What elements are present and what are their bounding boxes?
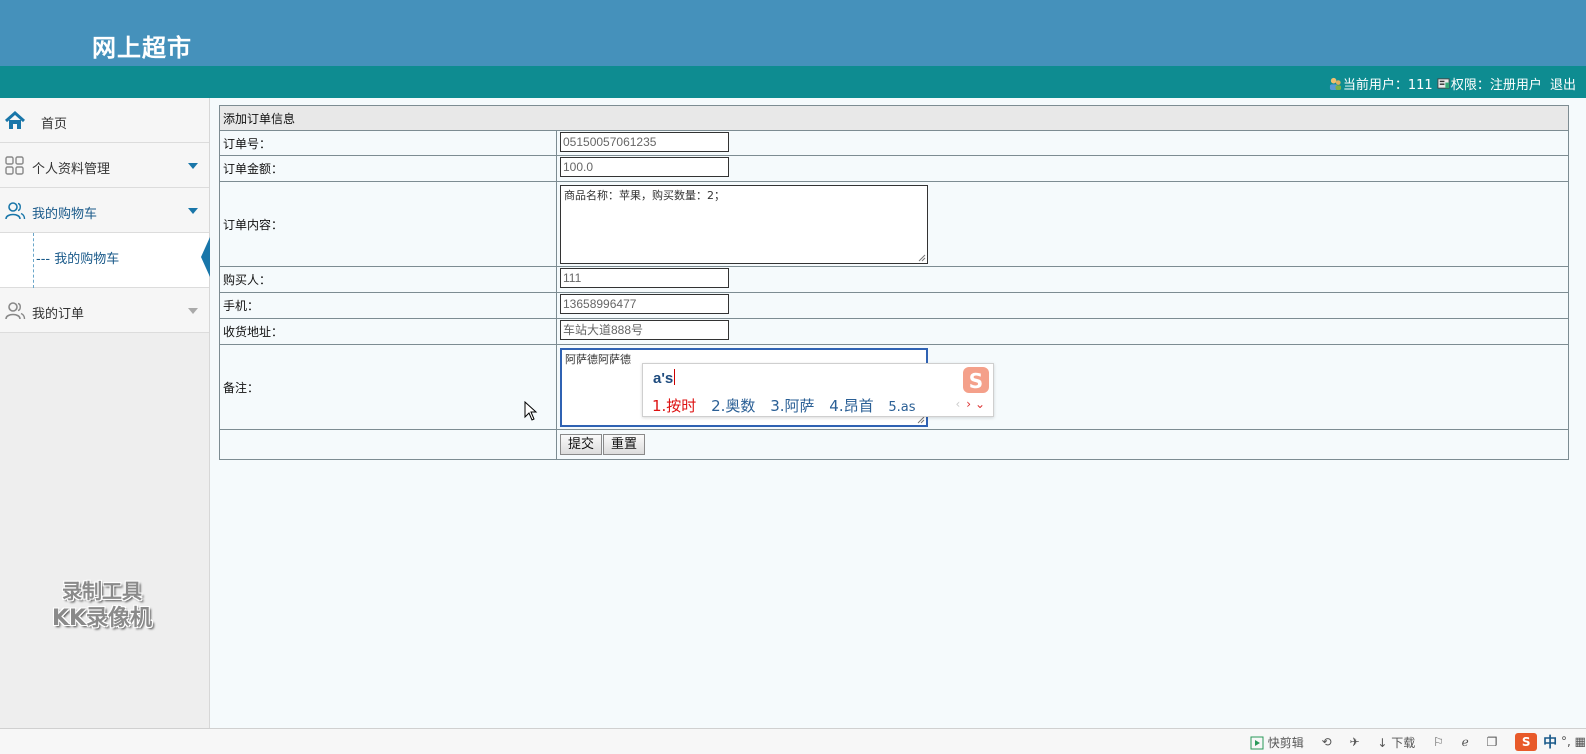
keyboard-icon: ▦	[1574, 734, 1586, 749]
sidebar-cart-label: 我的购物车	[32, 207, 98, 222]
chevron-down-icon	[188, 163, 198, 169]
reset-button[interactable]: 重置	[603, 434, 646, 455]
ime-candidate-popup: a's S 1.按时 2.奥数 3.阿萨 4.昂首 5.as ‹ › ⌄	[642, 363, 994, 417]
phone-field[interactable]: 13658996477	[560, 294, 729, 314]
rocket-icon[interactable]: ✈	[1349, 735, 1359, 749]
ime-candidate-3[interactable]: 3.阿萨	[770, 397, 814, 415]
download-button[interactable]: ↓ 下载	[1377, 734, 1415, 751]
flag-icon[interactable]: ⚐	[1433, 735, 1444, 749]
ime-composition-text: a's	[653, 370, 674, 387]
address-field[interactable]: 车站大道888号	[560, 320, 729, 340]
sogou-icon: S	[1515, 733, 1538, 751]
users-icon	[5, 202, 26, 220]
tree-line	[33, 233, 34, 288]
amount-field[interactable]: 100.0	[560, 157, 729, 177]
chevron-down-icon[interactable]: ⌄	[975, 397, 985, 411]
ime-language: 中	[1543, 735, 1558, 751]
sidebar-orders-label: 我的订单	[32, 307, 85, 322]
chevron-right-icon[interactable]: ›	[966, 397, 971, 411]
role-value: 注册用户	[1489, 78, 1542, 93]
sogou-logo-icon: S	[963, 367, 989, 393]
refresh-icon[interactable]: ⟲	[1322, 735, 1332, 749]
resize-grip-icon[interactable]	[918, 254, 926, 262]
sidebar-item-cart[interactable]: 我的购物车	[0, 188, 209, 233]
sidebar-subitem-cart-label: --- 我的购物车	[36, 252, 120, 267]
order-no-field[interactable]: 05150057061235	[560, 131, 729, 152]
buyer-label: 购买人：	[219, 266, 557, 293]
remark-text: 阿萨德阿萨德	[565, 352, 631, 366]
submit-button[interactable]: 提交	[560, 434, 603, 455]
ime-composition: a's	[653, 369, 676, 387]
order-no-label: 订单号：	[219, 130, 557, 156]
address-row: 收货地址： 车站大道888号	[219, 318, 1569, 345]
current-user-label: 当前用户：	[1342, 78, 1408, 93]
chevron-down-icon	[188, 208, 198, 214]
user-icon	[1329, 77, 1341, 90]
mouse-pointer-icon	[524, 401, 538, 421]
logout-link[interactable]: 退出	[1550, 78, 1576, 93]
user-info: 当前用户：111 权限：注册用户 退出	[1329, 74, 1576, 93]
watermark-line2: KK录像机	[51, 606, 153, 631]
active-pointer-icon	[201, 237, 210, 277]
quick-clip-label: 快剪辑	[1267, 735, 1304, 750]
ime-candidates: 1.按时 2.奥数 3.阿萨 4.昂首 5.as	[652, 395, 926, 416]
chevron-down-icon	[188, 308, 198, 314]
buyer-field[interactable]: 111	[560, 268, 729, 288]
sidebar-item-profile[interactable]: 个人资料管理	[0, 143, 209, 188]
quick-clip-button[interactable]: 快剪辑	[1250, 734, 1304, 751]
sidebar-home-label: 首页	[41, 117, 68, 132]
actions-row: 提交 重置	[219, 429, 1569, 460]
home-icon	[5, 110, 25, 129]
ime-nav: ‹ › ⌄	[955, 397, 985, 411]
svg-text:S: S	[969, 369, 983, 393]
permission-icon	[1437, 78, 1450, 89]
sidebar-profile-label: 个人资料管理	[32, 162, 111, 177]
site-title: 网上超市	[92, 33, 192, 62]
download-label: 下载	[1391, 735, 1416, 750]
users-icon	[5, 302, 26, 320]
window-icon[interactable]: ❐	[1487, 735, 1498, 749]
content-row: 订单内容： 商品名称：苹果，购买数量：2；	[219, 181, 1569, 267]
punctuation-icon: °,	[1561, 734, 1571, 749]
ime-candidate-1[interactable]: 1.按时	[652, 397, 696, 415]
chevron-left-icon[interactable]: ‹	[955, 397, 960, 411]
phone-row: 手机： 13658996477	[219, 292, 1569, 319]
ime-candidate-4[interactable]: 4.昂首	[829, 397, 873, 415]
text-cursor	[674, 369, 676, 385]
order-no-row: 订单号： 05150057061235	[219, 130, 1569, 156]
sidebar-subitem-cart[interactable]: --- 我的购物车	[0, 233, 210, 288]
watermark-line1: 录制工具	[62, 579, 142, 603]
content-textarea[interactable]: 商品名称：苹果，购买数量：2；	[560, 184, 928, 264]
status-bar: 快剪辑 ⟲ ✈ ↓ 下载 ⚐ ℯ ❐ S中 °, ▦	[0, 728, 1586, 754]
form-title: 添加订单信息	[219, 105, 1569, 131]
amount-label: 订单金额：	[219, 155, 557, 182]
status-bar-items: 快剪辑 ⟲ ✈ ↓ 下载 ⚐ ℯ ❐ S中 °, ▦	[1236, 732, 1586, 752]
content-label: 订单内容：	[219, 181, 557, 267]
browser-icon[interactable]: ℯ	[1462, 735, 1469, 749]
remark-label: 备注：	[219, 344, 557, 430]
play-icon	[1250, 736, 1264, 750]
ime-candidate-2[interactable]: 2.奥数	[711, 397, 755, 415]
form-header-row: 添加订单信息	[219, 105, 1569, 131]
role-label: 权限：	[1450, 78, 1490, 93]
content-text: 商品名称：苹果，购买数量：2；	[564, 188, 725, 202]
buyer-row: 购买人： 111	[219, 266, 1569, 293]
ime-candidate-5[interactable]: 5.as	[888, 400, 915, 415]
sidebar-item-orders[interactable]: 我的订单	[0, 288, 209, 333]
header-banner: 网上超市	[0, 0, 1586, 66]
phone-label: 手机：	[219, 292, 557, 319]
grid-icon	[5, 156, 24, 175]
amount-row: 订单金额： 100.0	[219, 155, 1569, 182]
sidebar-item-home[interactable]: 首页	[0, 98, 209, 143]
current-user: 111	[1407, 78, 1433, 93]
user-bar: 当前用户：111 权限：注册用户 退出	[0, 66, 1586, 98]
ime-status[interactable]: S中 °, ▦	[1515, 732, 1586, 752]
address-label: 收货地址：	[219, 318, 557, 345]
recorder-watermark: 录制工具 KK录像机	[32, 578, 172, 634]
